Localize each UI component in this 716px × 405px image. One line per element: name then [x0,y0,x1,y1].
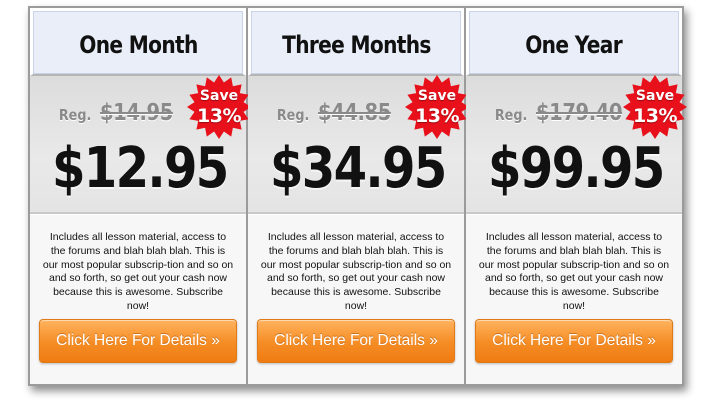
details-button[interactable]: Click Here For Details » [475,319,673,363]
plan-description: Includes all lesson material, access to … [42,231,234,312]
regular-price-row: Reg. $44.85 [274,100,404,126]
plan-header: One Year [466,8,682,76]
save-label: Save [635,88,675,104]
regular-price-label: Reg. [58,106,92,124]
plan-description: Includes all lesson material, access to … [478,231,670,312]
regular-price-label: Reg. [494,106,528,124]
details-button[interactable]: Click Here For Details » [39,319,237,363]
save-badge: Save 13% [404,74,470,140]
regular-price-row: Reg. $14.95 [56,100,186,126]
description-area: Includes all lesson material, access to … [248,214,464,384]
details-button[interactable]: Click Here For Details » [257,319,455,363]
plan-name: One Year [525,30,623,59]
save-label: Save [199,88,239,104]
regular-price: $179.40 [536,100,623,126]
sale-price: $12.95 [52,136,229,201]
regular-price: $14.95 [100,100,174,126]
description-area: Includes all lesson material, access to … [30,214,246,384]
save-badge: Save 13% [186,74,252,140]
plan-three-months: Three Months Reg. $44.85 $34.95 Save 13%… [248,8,469,384]
plan-one-year: One Year Reg. $179.40 $99.95 Save 13% In… [466,8,687,384]
plan-one-month: One Month Reg. $14.95 $12.95 Save 13% In… [30,8,251,384]
plan-name: Three Months [281,30,431,59]
sale-price: $99.95 [488,136,665,201]
regular-price-row: Reg. $179.40 [492,100,637,126]
regular-price: $44.85 [318,100,392,126]
plan-description: Includes all lesson material, access to … [260,231,452,312]
plan-name: One Month [78,30,198,59]
sale-price: $34.95 [270,136,447,201]
save-percent: 13% [197,105,241,127]
plan-header: One Month [30,8,246,76]
save-percent: 13% [633,105,677,127]
save-percent: 13% [415,105,459,127]
description-area: Includes all lesson material, access to … [466,214,682,384]
regular-price-label: Reg. [276,106,310,124]
save-badge: Save 13% [622,74,688,140]
plan-header: Three Months [248,8,464,76]
pricing-table: One Month Reg. $14.95 $12.95 Save 13% In… [28,6,687,386]
save-label: Save [417,88,457,104]
